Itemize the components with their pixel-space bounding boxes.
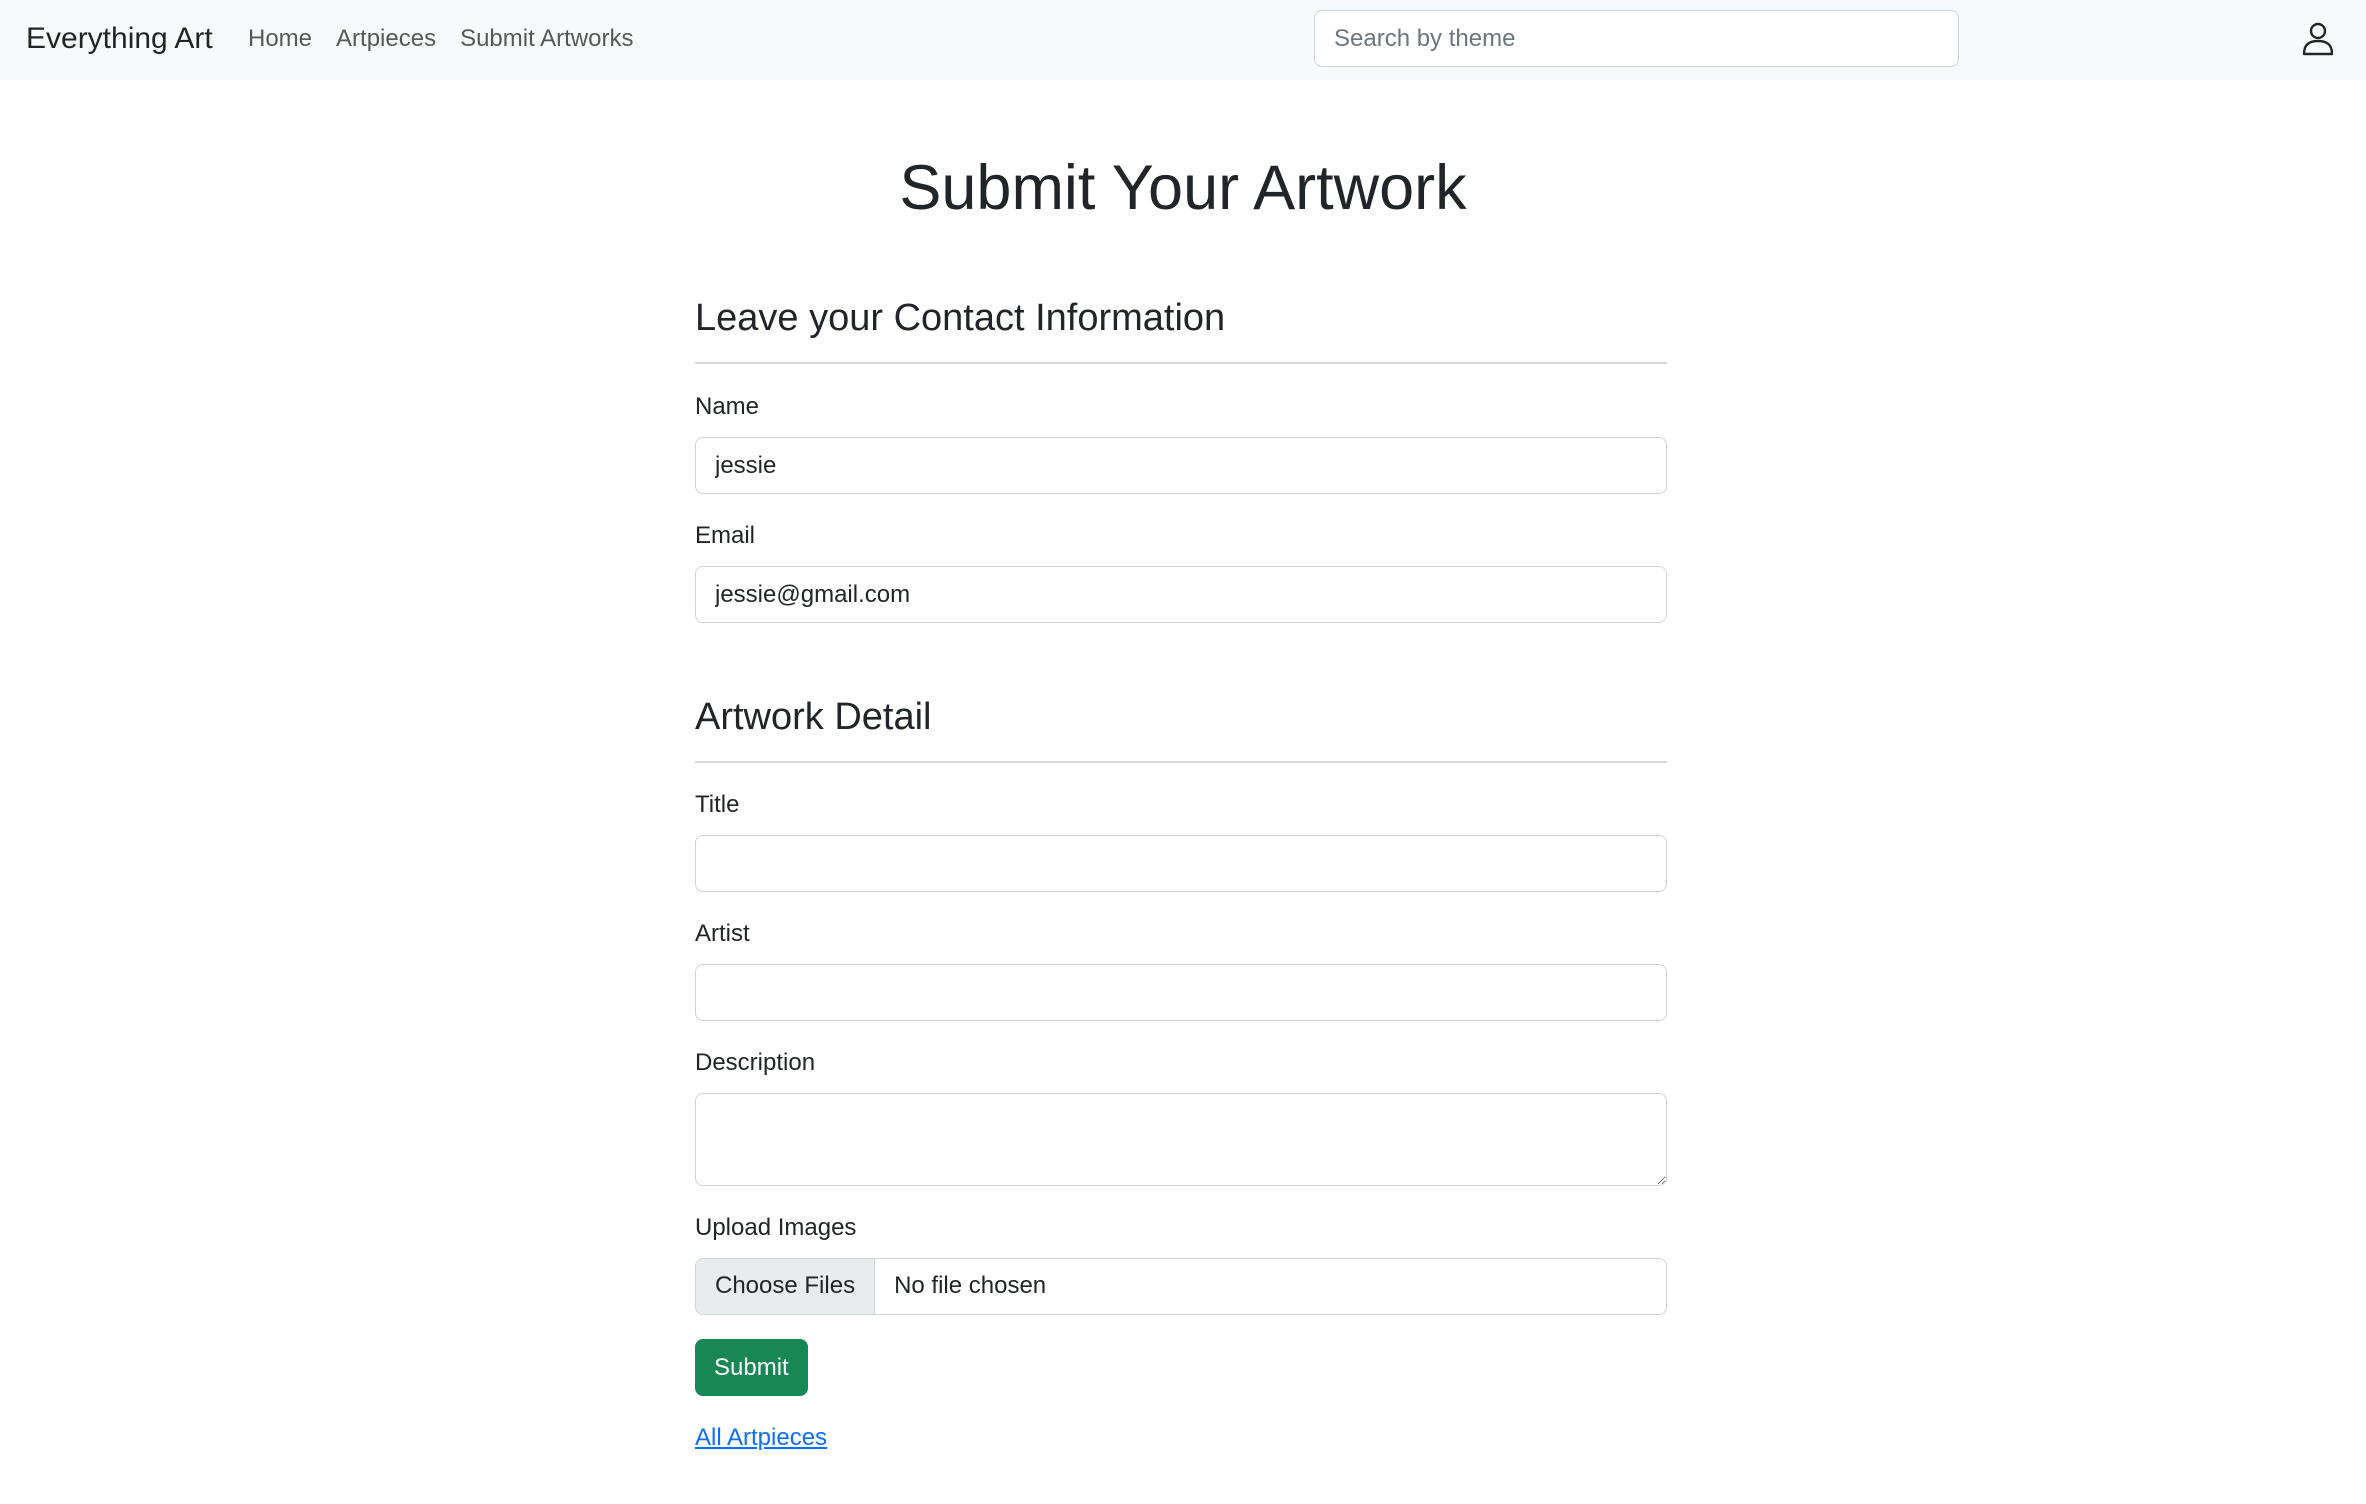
upload-images-label: Upload Images [695,1214,857,1241]
search-input[interactable] [1314,10,1959,67]
user-icon[interactable] [2300,20,2336,56]
artwork-divider [695,761,1667,763]
name-field[interactable] [695,437,1667,494]
contact-section-heading: Leave your Contact Information [695,297,1226,339]
title-label: Title [695,791,740,818]
contact-divider [695,362,1667,364]
artist-field[interactable] [695,964,1667,1021]
navbar: Everything Art Home Artpieces Submit Art… [0,0,2366,80]
page-title: Submit Your Artwork [899,153,1467,223]
description-label: Description [695,1049,816,1076]
nav-link-artpieces[interactable]: Artpieces [336,20,436,58]
title-field[interactable] [695,835,1667,892]
brand-link[interactable]: Everything Art [26,18,213,60]
submit-button[interactable]: Submit [695,1339,808,1396]
all-artpieces-link[interactable]: All Artpieces [695,1422,827,1454]
nav-link-home[interactable]: Home [248,20,312,58]
artist-label: Artist [695,920,750,947]
nav-links: Home Artpieces Submit Artworks [248,20,657,58]
file-status-text: No file chosen [894,1272,1047,1299]
description-textarea[interactable] [695,1093,1667,1186]
name-label: Name [695,393,760,420]
nav-link-submit-artworks[interactable]: Submit Artworks [460,20,633,58]
email-label: Email [695,522,756,549]
email-field[interactable] [695,566,1667,623]
upload-images-input[interactable]: Choose Files No file chosen [695,1258,1667,1315]
artwork-section-heading: Artwork Detail [695,696,932,738]
choose-files-button[interactable]: Choose Files [696,1259,876,1314]
